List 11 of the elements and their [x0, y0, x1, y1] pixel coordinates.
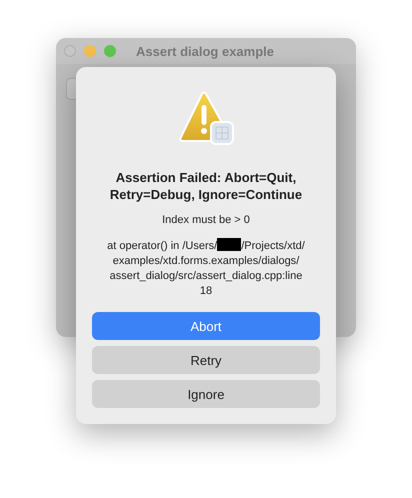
alert-message: Index must be > 0 [162, 214, 250, 226]
location-text: at operator() in /Users/ /Projects/xtd/examples/xtd.forms.examples/dialogs/assert_dialog/src/assert_dialog.cpp:line 18 [106, 238, 306, 299]
dialog-button[interactable]: Ignore [92, 380, 320, 408]
close-button[interactable] [64, 45, 76, 57]
warning-icon [178, 91, 234, 145]
dialog-button[interactable]: Retry [92, 346, 320, 374]
window-title: Assert dialog example [136, 44, 274, 58]
dialog-button[interactable]: Abort [92, 312, 320, 340]
alert-title: Assertion Failed: Abort=Quit, Retry=Debug, Ignore=Continue [108, 169, 304, 203]
minimize-button[interactable] [84, 45, 96, 57]
zoom-button[interactable] [104, 45, 116, 57]
